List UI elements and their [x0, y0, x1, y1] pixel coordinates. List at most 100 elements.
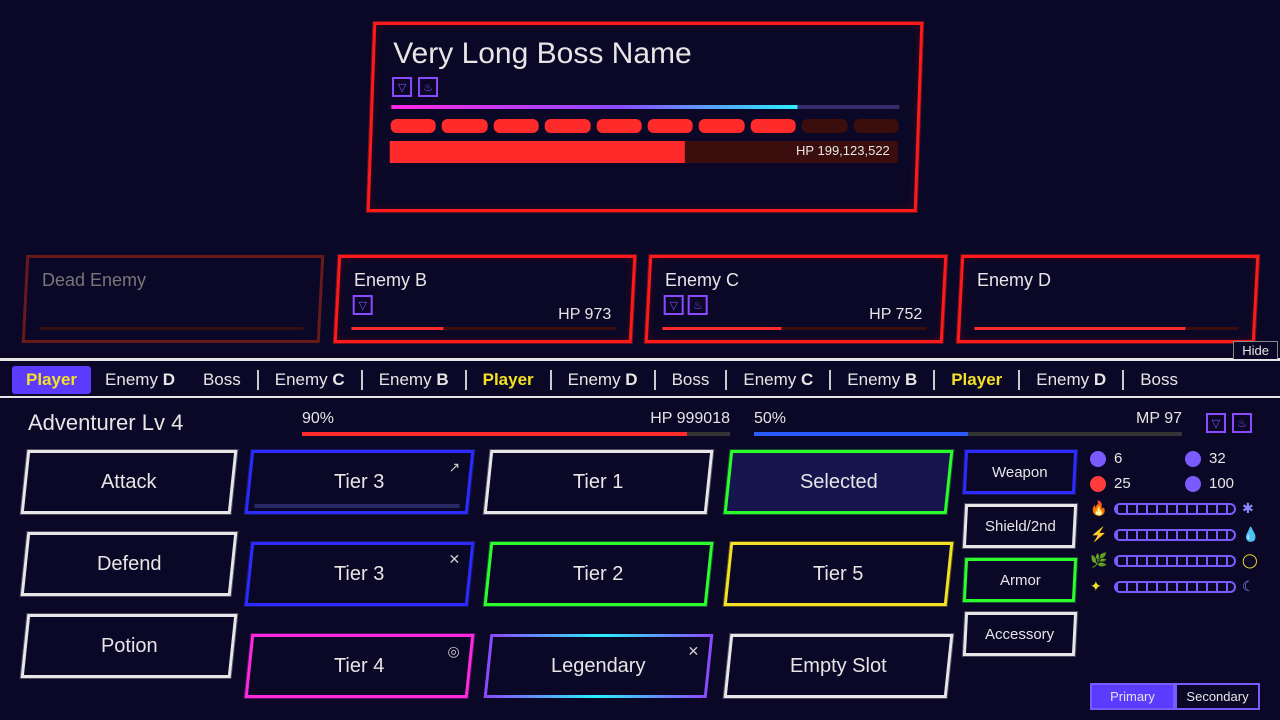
- equip-slot-weapon[interactable]: Weapon: [963, 450, 1077, 494]
- defend-button[interactable]: Defend: [21, 532, 238, 596]
- enemy-name: Enemy D: [976, 270, 1240, 291]
- turn-item[interactable]: Boss: [1126, 366, 1192, 394]
- stat-tabs: Primary Secondary: [1090, 683, 1260, 710]
- turn-item[interactable]: Enemy B: [833, 366, 931, 394]
- turn-separator: [361, 370, 363, 390]
- player-hp-pct: 90%: [302, 410, 334, 428]
- enemy-row: Dead EnemyEnemy B▽HP 973Enemy C▽♨HP 752E…: [24, 255, 1256, 343]
- flame-up-icon: ♨: [418, 77, 438, 97]
- element-end-icon: ☾: [1242, 578, 1260, 596]
- equip-slot-shieldnd[interactable]: Shield/2nd: [963, 504, 1077, 548]
- boss-hp-bar: HP 199,123,522: [390, 141, 898, 163]
- hp-segment: [596, 119, 641, 133]
- stat-row: 25100: [1090, 475, 1260, 492]
- turn-item[interactable]: Enemy D: [1022, 366, 1120, 394]
- skill-slot[interactable]: Tier 2: [484, 542, 714, 606]
- element-gauge: [1114, 555, 1236, 567]
- skill-slot[interactable]: Tier 1: [484, 450, 714, 514]
- turn-item[interactable]: Boss: [658, 366, 724, 394]
- boss-name: Very Long Boss Name: [393, 37, 901, 71]
- shield-up-icon: ▽: [664, 295, 684, 315]
- skill-slot[interactable]: Tier 5: [723, 542, 953, 606]
- command-area: AttackDefendPotion Tier 3↗Tier 1Selected…: [24, 450, 1260, 710]
- boss-hp-text: HP 199,123,522: [796, 143, 890, 158]
- enemy-panel[interactable]: Enemy C▽♨HP 752: [645, 255, 947, 343]
- skill-slot[interactable]: Selected: [723, 450, 953, 514]
- element-gauge-row: ✦☾: [1090, 578, 1260, 596]
- turn-separator: [1018, 370, 1020, 390]
- potion-button[interactable]: Potion: [21, 614, 238, 678]
- player-status-row: Adventurer Lv 4 90% HP 999018 50% MP 97 …: [0, 404, 1280, 442]
- equip-column: Weapon Shield/2nd Armor Accessory: [964, 450, 1076, 710]
- skill-type-icon: ↗: [448, 459, 460, 476]
- boss-hp-segments: [391, 119, 899, 133]
- element-gauge-row: 🔥✱: [1090, 500, 1260, 518]
- element-gauge: [1114, 503, 1236, 515]
- enemy-name: Dead Enemy: [42, 270, 306, 291]
- turn-item[interactable]: Enemy B: [365, 366, 463, 394]
- skill-type-icon: ✕: [687, 643, 699, 660]
- hp-segment: [699, 119, 744, 133]
- enemy-hp-bar: [351, 327, 615, 330]
- hp-segment: [751, 119, 796, 133]
- enemy-panel[interactable]: Enemy D: [956, 255, 1258, 343]
- turn-item[interactable]: Player: [12, 366, 91, 394]
- hp-segment: [493, 119, 538, 133]
- turn-separator: [257, 370, 259, 390]
- player-hp-value: HP 999018: [650, 410, 730, 428]
- tab-primary[interactable]: Primary: [1090, 683, 1175, 710]
- element-gauge-row: 🌿◯: [1090, 552, 1260, 570]
- enemy-name: Enemy B: [353, 270, 617, 291]
- enemy-panel[interactable]: Enemy B▽HP 973: [333, 255, 635, 343]
- element-end-icon: ✱: [1242, 500, 1260, 518]
- turn-separator: [550, 370, 552, 390]
- skill-slot[interactable]: Tier 4◎: [245, 634, 475, 698]
- hide-button[interactable]: Hide: [1233, 341, 1278, 359]
- element-icon: ⚡: [1090, 526, 1108, 544]
- skill-slot[interactable]: Tier 3↗: [245, 450, 475, 514]
- turn-separator: [829, 370, 831, 390]
- boss-panel[interactable]: Very Long Boss Name ▽ ♨ HP 199,123,522: [367, 22, 924, 212]
- turn-separator: [465, 370, 467, 390]
- equip-slot-accessory[interactable]: Accessory: [963, 612, 1077, 656]
- stat-item: 100: [1185, 475, 1260, 492]
- element-end-icon: 💧: [1242, 526, 1260, 544]
- swirl-icon: [1090, 451, 1106, 467]
- turn-separator: [725, 370, 727, 390]
- flame-up-icon: ♨: [1232, 413, 1252, 433]
- turn-item[interactable]: Enemy C: [261, 366, 359, 394]
- turn-item[interactable]: Enemy C: [729, 366, 827, 394]
- cooldown-bar: [254, 504, 459, 508]
- equip-slot-armor[interactable]: Armor: [963, 558, 1077, 602]
- turn-item[interactable]: Boss: [189, 366, 255, 394]
- shield-up-icon: ▽: [1206, 413, 1226, 433]
- player-mp-pct: 50%: [754, 410, 786, 428]
- skill-slot[interactable]: Tier 3✕: [245, 542, 475, 606]
- element-gauge-row: ⚡💧: [1090, 526, 1260, 544]
- stat-item: 32: [1185, 450, 1260, 467]
- boss-timer-bar: [391, 105, 899, 109]
- turn-item[interactable]: Player: [469, 366, 548, 394]
- shield-icon: [1185, 451, 1201, 467]
- command-column: AttackDefendPotion: [24, 450, 234, 710]
- skill-slot[interactable]: Empty Slot: [723, 634, 953, 698]
- stat-row: 632: [1090, 450, 1260, 467]
- skill-slot[interactable]: Legendary✕: [484, 634, 714, 698]
- turn-item[interactable]: Player: [937, 366, 1016, 394]
- turn-item[interactable]: Enemy D: [91, 366, 189, 394]
- stats-column: 63225100🔥✱⚡💧🌿◯✦☾ Primary Secondary: [1090, 450, 1260, 710]
- element-end-icon: ◯: [1242, 552, 1260, 570]
- enemy-hp-text: HP 973: [558, 306, 611, 324]
- turn-separator: [1122, 370, 1124, 390]
- tab-secondary[interactable]: Secondary: [1175, 683, 1260, 710]
- enemy-panel: Dead Enemy: [22, 255, 324, 343]
- player-mp-value: MP 97: [1136, 410, 1182, 428]
- element-icon: ✦: [1090, 578, 1108, 596]
- turn-item[interactable]: Enemy D: [554, 366, 652, 394]
- skill-type-icon: ✕: [448, 551, 460, 568]
- boss-status-icons: ▽ ♨: [392, 77, 900, 97]
- attack-button[interactable]: Attack: [21, 450, 238, 514]
- element-icon: 🌿: [1090, 552, 1108, 570]
- shield-up-icon: ▽: [392, 77, 412, 97]
- element-icon: 🔥: [1090, 500, 1108, 518]
